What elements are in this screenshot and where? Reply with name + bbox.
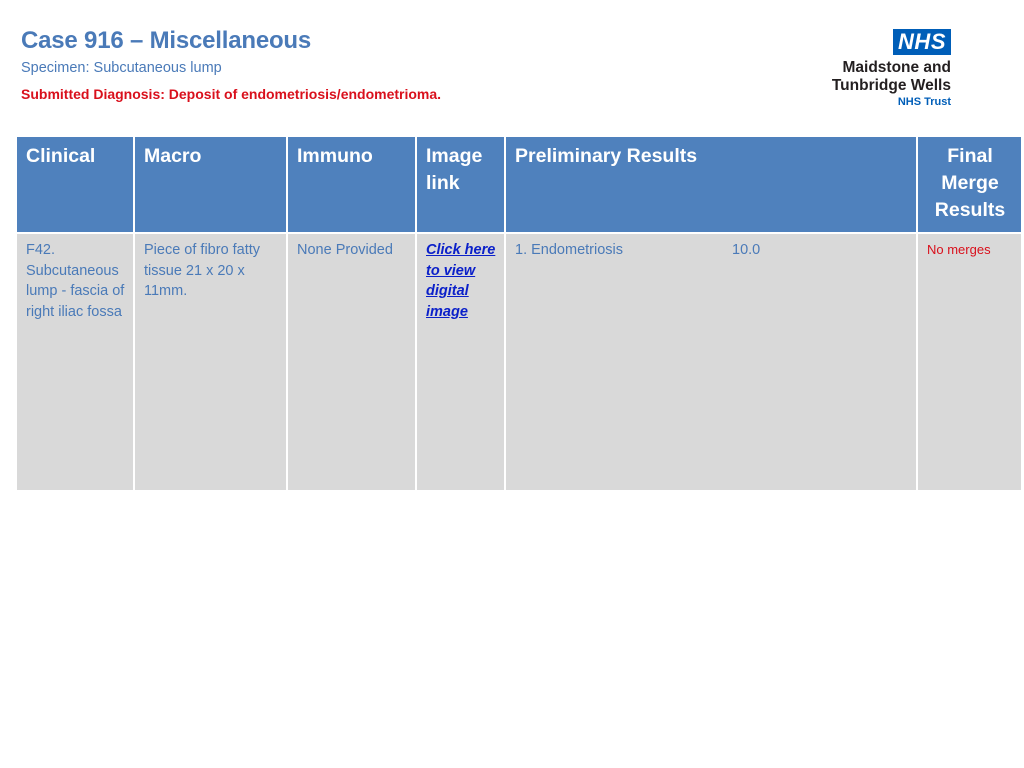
table-header-row: Clinical Macro Immuno Image link Prelimi… <box>15 135 1023 234</box>
cell-immuno: None Provided <box>286 232 417 492</box>
preliminary-result-score: 10.0 <box>732 242 761 258</box>
cell-preliminary-results: 1. Endometriosis 10.0 <box>504 232 918 492</box>
cell-image-link: Click here to view digital image <box>415 232 506 492</box>
view-digital-image-link[interactable]: Click here to view digital image <box>426 242 495 320</box>
specimen-label: Specimen: Subcutaneous lump <box>21 60 222 76</box>
cell-clinical: F42. Subcutaneous lump - fascia of right… <box>15 232 135 492</box>
trust-suffix: NHS Trust <box>897 96 951 108</box>
header-clinical: Clinical <box>15 135 135 234</box>
preliminary-result-item: 1. Endometriosis 10.0 <box>515 240 908 261</box>
header-immuno: Immuno <box>286 135 417 234</box>
case-table: Clinical Macro Immuno Image link Prelimi… <box>15 135 1023 492</box>
nhs-logo-mark: NHS <box>893 29 951 55</box>
nhs-trust-logo: NHS Maidstone and Tunbridge Wells NHS Tr… <box>811 29 951 108</box>
submitted-diagnosis: Submitted Diagnosis: Deposit of endometr… <box>21 86 442 102</box>
trust-name-line-2: Tunbridge Wells <box>831 77 951 94</box>
trust-name-line-1: Maidstone and <box>842 59 951 76</box>
header-image-link: Image link <box>415 135 506 234</box>
preliminary-result-name: 1. Endometriosis <box>515 242 623 258</box>
header-preliminary-results: Preliminary Results <box>504 135 918 234</box>
results-table: Clinical Macro Immuno Image link Prelimi… <box>15 135 1023 492</box>
header-macro: Macro <box>133 135 288 234</box>
page-title: Case 916 – Miscellaneous <box>21 27 312 54</box>
trust-name: Maidstone and Tunbridge Wells <box>811 59 951 95</box>
table-row: F42. Subcutaneous lump - fascia of right… <box>15 232 1023 492</box>
cell-macro: Piece of fibro fatty tissue 21 x 20 x 11… <box>133 232 288 492</box>
cell-final-merge: No merges <box>916 232 1023 492</box>
final-merge-status: No merges <box>927 242 991 257</box>
header-final-merge-results: Final Merge Results <box>916 135 1023 234</box>
